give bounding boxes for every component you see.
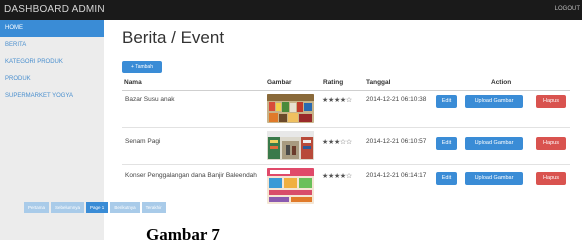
pagination-last[interactable]: Terakhir xyxy=(141,202,166,213)
upload-image-button[interactable]: Upload Gambar xyxy=(465,137,523,150)
sidebar-item-berita[interactable]: BERITA xyxy=(0,37,104,54)
upload-image-button[interactable]: Upload Gambar xyxy=(465,95,523,108)
table-row: Konser Penggalangan dana Banjir Baleenda… xyxy=(122,165,570,207)
supermarket-aisle-photo-icon xyxy=(267,131,314,160)
main-content: Berita / Event + Tambah Nama Gambar Rati… xyxy=(104,20,582,240)
delete-button[interactable]: Hapus xyxy=(536,172,566,185)
column-header-name: Nama xyxy=(124,79,142,86)
top-navbar: DASHBOARD ADMIN LOGOUT xyxy=(0,0,582,20)
table-row: Senam Pagi ★★★☆☆ 2014-12-21 06:10:57 Edi… xyxy=(122,128,570,165)
grocery-shelf-photo-icon xyxy=(267,94,314,123)
sidebar-item-kategori-produk[interactable]: KATEGORI PRODUK xyxy=(0,54,104,71)
row-name: Konser Penggalangan dana Banjir Baleenda… xyxy=(125,172,257,179)
delete-button[interactable]: Hapus xyxy=(536,95,566,108)
pagination: Pertama Sebelumnya Page 1 Berikutnya Ter… xyxy=(24,202,168,213)
row-date: 2014-12-21 06:10:57 xyxy=(366,138,427,145)
column-header-rating: Rating xyxy=(323,79,344,86)
rating-stars: ★★★★☆ xyxy=(322,97,352,104)
pagination-prev[interactable]: Sebelumnya xyxy=(51,202,85,213)
logout-link[interactable]: LOGOUT xyxy=(555,6,580,12)
row-name: Senam Pagi xyxy=(125,138,161,145)
pagination-current[interactable]: Page 1 xyxy=(86,202,109,213)
pagination-next[interactable]: Berikutnya xyxy=(110,202,140,213)
app-title[interactable]: DASHBOARD ADMIN xyxy=(4,4,105,15)
upload-image-button[interactable]: Upload Gambar xyxy=(465,172,523,185)
sidebar-item-home[interactable]: HOME xyxy=(0,20,104,37)
sidebar-item-produk[interactable]: PRODUK xyxy=(0,71,104,88)
column-header-action: Action xyxy=(491,79,512,86)
page-title: Berita / Event xyxy=(122,28,225,47)
column-header-date: Tanggal xyxy=(366,79,391,86)
edit-button[interactable]: Edit xyxy=(436,172,457,185)
edit-button[interactable]: Edit xyxy=(436,95,457,108)
event-poster-photo-icon xyxy=(267,168,314,204)
sidebar-item-supermarket-yogya[interactable]: SUPERMARKET YOGYA xyxy=(0,88,104,105)
rating-stars: ★★★☆☆ xyxy=(322,139,352,146)
row-date: 2014-12-21 06:14:17 xyxy=(366,172,427,179)
rating-stars: ★★★★☆ xyxy=(322,173,352,180)
figure-caption: Gambar 7 xyxy=(146,225,220,244)
table-row: Bazar Susu anak ★★★★☆ 2014-12-21 06:10:3… xyxy=(122,91,570,128)
pagination-first[interactable]: Pertama xyxy=(24,202,50,213)
delete-button[interactable]: Hapus xyxy=(536,137,566,150)
edit-button[interactable]: Edit xyxy=(436,137,457,150)
add-button[interactable]: + Tambah xyxy=(122,61,162,73)
column-header-image: Gambar xyxy=(267,79,292,86)
row-date: 2014-12-21 06:10:38 xyxy=(366,96,427,103)
row-name: Bazar Susu anak xyxy=(125,96,175,103)
